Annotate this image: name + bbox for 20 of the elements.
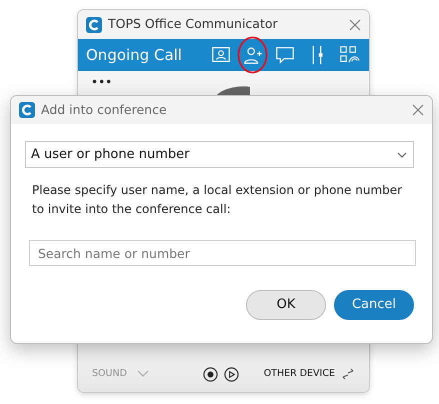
ok-button[interactable]: OK xyxy=(246,290,326,320)
swap-arrows-icon[interactable] xyxy=(341,368,355,380)
chat-icon[interactable] xyxy=(274,44,296,66)
search-field[interactable]: Search name or number xyxy=(29,240,416,266)
instruction-text: Please specify user name, a local extension or phone number to invite into the conference call: xyxy=(32,182,404,218)
type-dropdown[interactable]: A user or phone number xyxy=(25,141,414,168)
close-icon[interactable] xyxy=(412,104,424,116)
header-title: Ongoing Call xyxy=(86,44,182,66)
dialog-title: Add into conference xyxy=(41,100,167,119)
window-title: TOPS Office Communicator xyxy=(108,15,278,34)
app-logo-icon xyxy=(86,16,102,32)
close-icon[interactable] xyxy=(349,18,361,30)
cancel-button[interactable]: Cancel xyxy=(334,290,414,320)
record-icon[interactable] xyxy=(202,366,218,382)
more-menu-button[interactable]: ••• xyxy=(91,77,112,87)
play-icon[interactable] xyxy=(224,366,239,382)
app-logo-icon xyxy=(19,102,35,118)
sound-label: SOUND xyxy=(92,366,127,381)
chevron-down-icon[interactable] xyxy=(397,152,407,158)
other-device-button[interactable]: OTHER DEVICE xyxy=(264,366,335,382)
